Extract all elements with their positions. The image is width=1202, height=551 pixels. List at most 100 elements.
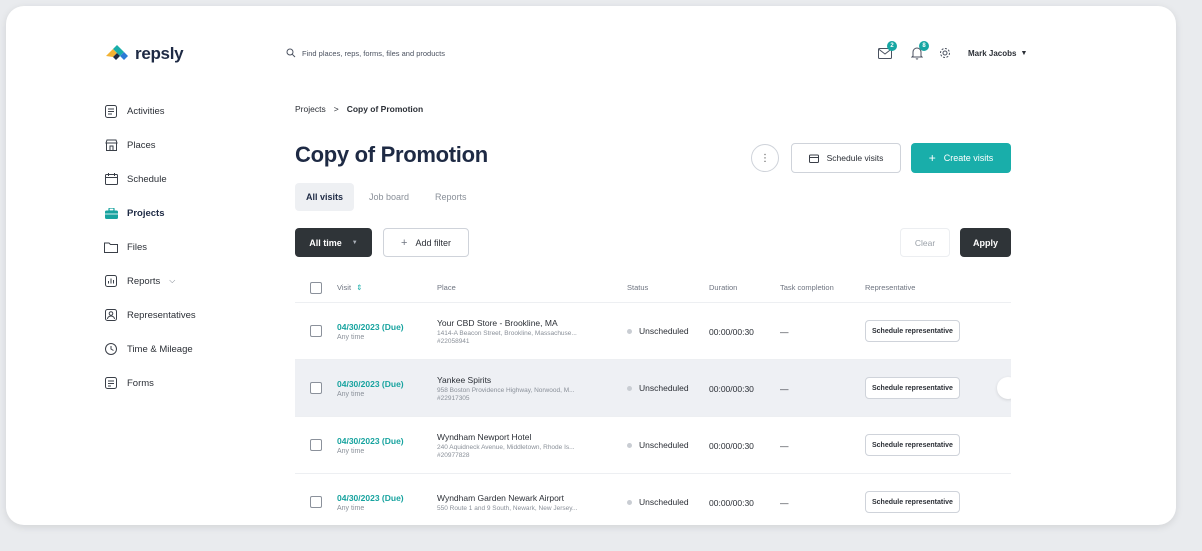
plus-icon: + (928, 151, 936, 165)
table-row[interactable]: 04/30/2023 (Due) Any time Yankee Spirits… (295, 360, 1011, 417)
place-id: #20977828 (437, 451, 470, 459)
calendar-icon (808, 154, 819, 163)
place-name: Yankee Spirits (437, 374, 492, 385)
schedule-representative-button[interactable]: Schedule representative (865, 491, 960, 513)
clear-button[interactable]: Clear (900, 228, 950, 257)
place-name: Wyndham Newport Hotel (437, 431, 532, 442)
place-address: 958 Boston Providence Highway, Norwood, … (437, 386, 575, 394)
clock-icon (104, 342, 118, 356)
visit-date[interactable]: 04/30/2023 (Due) (337, 493, 437, 503)
logo[interactable]: repsly (104, 44, 184, 64)
search-bar[interactable]: Find places, reps, forms, files and prod… (286, 48, 586, 58)
sidebar-item-activities[interactable]: Activities (104, 94, 254, 128)
settings-button[interactable] (936, 44, 954, 62)
chevron-down-icon: ⌵ (169, 276, 176, 285)
activities-icon (104, 104, 118, 118)
place-address: 1414-A Beacon Street, Brookline, Massach… (437, 329, 577, 337)
duration: 00:00/00:30 (709, 498, 754, 508)
user-name: Mark Jacobs (968, 48, 1017, 58)
brand-name: repsly (135, 44, 184, 63)
form-icon (104, 376, 118, 390)
time-filter-dropdown[interactable]: All time ▼ (295, 228, 372, 257)
sidebar-item-projects[interactable]: Projects (104, 196, 254, 230)
breadcrumb-parent[interactable]: Projects (295, 104, 326, 114)
sidebar-item-label: Representatives (127, 309, 196, 321)
place-address: 550 Route 1 and 9 South, Newark, New Jer… (437, 504, 578, 512)
sidebar-item-places[interactable]: Places (104, 128, 254, 162)
status-text: Unscheduled (639, 326, 689, 336)
notifications-badge: 8 (919, 41, 929, 51)
visit-date[interactable]: 04/30/2023 (Due) (337, 379, 437, 389)
row-checkbox[interactable] (310, 496, 322, 508)
status-dot (627, 328, 632, 334)
place-name: Wyndham Garden Newark Airport (437, 492, 565, 503)
schedule-representative-button[interactable]: Schedule representative (865, 377, 960, 400)
sidebar-item-label: Reports (127, 275, 161, 287)
schedule-representative-button[interactable]: Schedule representative (865, 434, 960, 457)
sidebar-item-files[interactable]: Files (104, 230, 254, 264)
visits-table: Visit ⇕ Place Status Duration Task compl… (295, 273, 1011, 513)
more-options-button[interactable]: ⋮ (751, 144, 779, 172)
add-filter-button[interactable]: + Add filter (383, 228, 469, 257)
column-header-visit[interactable]: Visit ⇕ (337, 283, 437, 292)
visit-time: Any time (337, 333, 365, 341)
notifications-button[interactable]: 8 (908, 41, 929, 62)
status-badge: Unscheduled (627, 497, 709, 507)
sidebar-item-schedule[interactable]: Schedule (104, 162, 254, 196)
caret-down-icon: ▼ (351, 239, 358, 246)
sidebar: Activities Places Schedule Projects File… (104, 94, 254, 400)
column-header-duration: Duration (709, 283, 738, 292)
tab-reports[interactable]: Reports (424, 183, 478, 211)
schedule-visits-button[interactable]: Schedule visits (791, 143, 901, 173)
row-checkbox[interactable] (310, 325, 322, 337)
row-checkbox[interactable] (310, 382, 322, 394)
sidebar-item-time-mileage[interactable]: Time & Mileage (104, 332, 254, 366)
briefcase-icon (104, 206, 118, 220)
breadcrumb-current: Copy of Promotion (346, 104, 424, 114)
user-menu[interactable]: Mark Jacobs ▼ (968, 49, 1027, 58)
column-header-label: Visit (337, 283, 352, 292)
tab-all-visits[interactable]: All visits (295, 183, 355, 211)
visit-date[interactable]: 04/30/2023 (Due) (337, 436, 437, 446)
place-id: #22917305 (437, 394, 470, 402)
sidebar-item-forms[interactable]: Forms (104, 366, 254, 400)
table-header: Visit ⇕ Place Status Duration Task compl… (295, 273, 1011, 303)
sort-icon[interactable]: ⇕ (356, 283, 362, 292)
status-badge: Unscheduled (627, 383, 709, 393)
visit-time: Any time (337, 504, 365, 512)
apply-button[interactable]: Apply (960, 228, 1011, 257)
select-all-checkbox[interactable] (310, 281, 322, 294)
place-name: Your CBD Store - Brookline, MA (437, 317, 558, 328)
calendar-icon (104, 172, 118, 186)
schedule-representative-button[interactable]: Schedule representative (865, 320, 960, 343)
page-title: Copy of Promotion (295, 142, 488, 167)
status-badge: Unscheduled (627, 326, 709, 336)
messages-button[interactable]: 2 (876, 41, 897, 62)
sidebar-item-reports[interactable]: Reports ⌵ (104, 264, 254, 298)
search-input[interactable]: Find places, reps, forms, files and prod… (302, 49, 445, 58)
table-row[interactable]: 04/30/2023 (Due) Any time Wyndham Newpor… (295, 417, 1011, 474)
status-text: Unscheduled (639, 497, 689, 507)
sidebar-item-label: Schedule (127, 173, 167, 185)
table-row[interactable]: 04/30/2023 (Due) Any time Wyndham Garden… (295, 474, 1011, 513)
row-checkbox[interactable] (310, 439, 322, 451)
create-visits-button[interactable]: + Create visits (911, 143, 1011, 173)
task-completion: — (780, 327, 789, 337)
more-vertical-icon: ⋮ (760, 152, 770, 164)
visit-date[interactable]: 04/30/2023 (Due) (337, 322, 437, 332)
task-completion: — (780, 441, 789, 451)
task-completion: — (780, 498, 789, 508)
status-text: Unscheduled (639, 440, 689, 450)
breadcrumb-separator: > (333, 104, 339, 114)
sidebar-item-label: Places (127, 139, 156, 151)
table-row[interactable]: 04/30/2023 (Due) Any time Your CBD Store… (295, 303, 1011, 360)
schedule-visits-label: Schedule visits (826, 153, 884, 163)
sidebar-item-label: Projects (127, 207, 165, 219)
sidebar-item-representatives[interactable]: Representatives (104, 298, 254, 332)
tab-job-board[interactable]: Job board (358, 183, 420, 211)
create-visits-label: Create visits (943, 153, 994, 163)
sidebar-item-label: Files (127, 241, 148, 253)
search-icon (286, 48, 296, 58)
status-dot (627, 442, 632, 448)
status-text: Unscheduled (639, 383, 689, 393)
